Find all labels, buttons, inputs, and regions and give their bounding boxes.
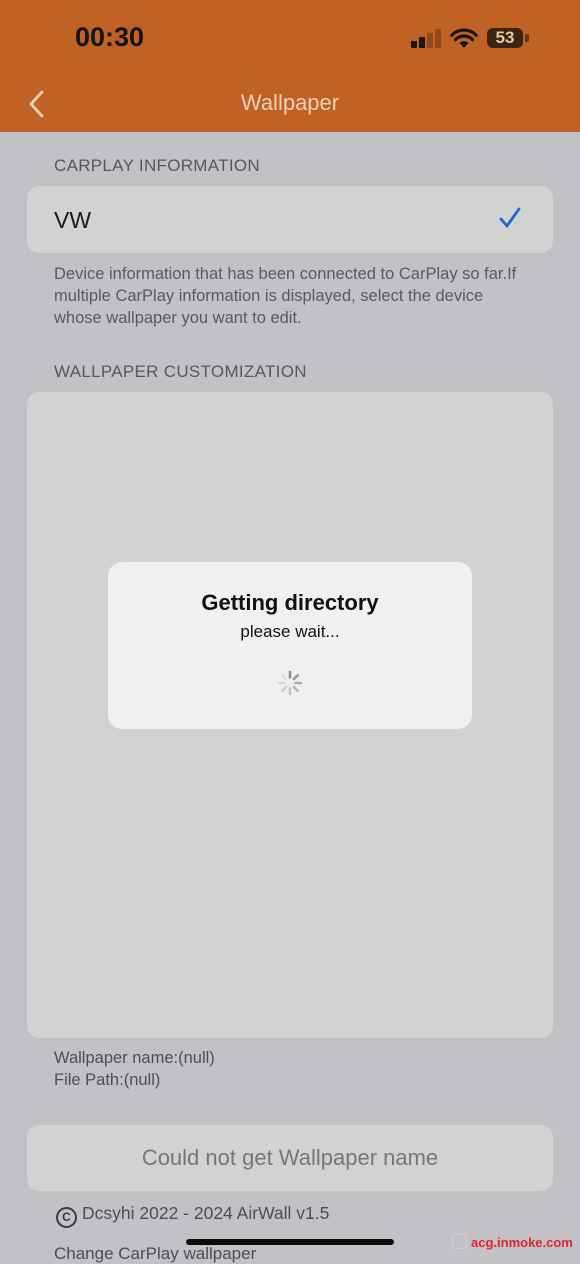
watermark-icon: [452, 1234, 467, 1249]
carplay-device-label: VW: [54, 207, 92, 233]
change-carplay-wallpaper-label[interactable]: Change CarPlay wallpaper: [54, 1244, 256, 1264]
copyright-text: Dcsyhi 2022 - 2024 AirWall v1.5: [82, 1203, 330, 1223]
file-path-label: File Path:(null): [54, 1071, 161, 1089]
watermark: acg.inmoke.com: [452, 1234, 573, 1250]
copyright-icon: C: [56, 1207, 77, 1228]
checkmark-icon: [499, 207, 521, 228]
loading-dialog: Getting directory please wait...: [108, 562, 472, 729]
carplay-info-text: Device information that has been connect…: [54, 265, 517, 327]
loading-spinner-icon: [277, 670, 303, 696]
customization-section-header: WALLPAPER CUSTOMIZATION: [54, 362, 307, 381]
wifi-icon: [450, 28, 478, 48]
copyright-line: C Dcsyhi 2022 - 2024 AirWall v1.5: [56, 1203, 329, 1228]
home-indicator: [186, 1239, 394, 1245]
navigation-bar: Wallpaper: [0, 78, 580, 132]
dialog-title: Getting directory: [201, 590, 379, 615]
cellular-signal-icon: [411, 28, 443, 48]
dialog-message: please wait...: [240, 622, 340, 641]
battery-icon: 53: [487, 28, 523, 48]
wallpaper-name-label: Wallpaper name:(null): [54, 1049, 215, 1067]
status-time: 00:30: [75, 22, 145, 52]
status-bar: 00:30 53: [0, 0, 580, 78]
carplay-section-header: CARPLAY INFORMATION: [54, 156, 260, 175]
watermark-text: acg.inmoke.com: [471, 1235, 573, 1250]
wallpaper-name-button[interactable]: Could not get Wallpaper name: [27, 1125, 553, 1191]
carplay-device-row[interactable]: VW: [27, 186, 553, 253]
battery-level: 53: [495, 28, 515, 47]
page-title: Wallpaper: [240, 90, 340, 115]
battery-nub: [525, 34, 529, 42]
